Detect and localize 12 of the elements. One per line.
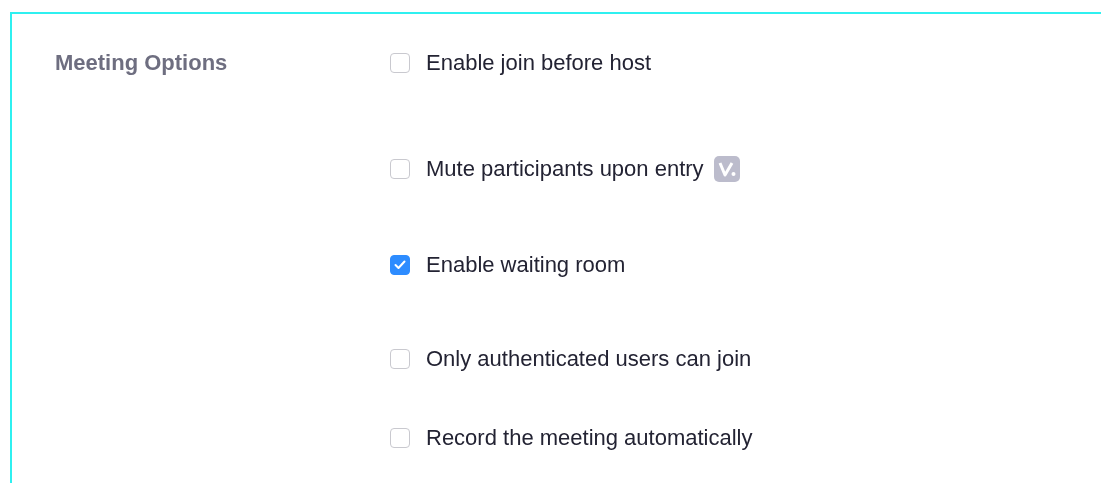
section-title: Meeting Options [55,50,229,77]
option-label: Enable waiting room [426,252,626,278]
option-label: Record the meeting automatically [426,425,753,451]
checkmark-icon [394,260,406,270]
checkbox[interactable] [390,255,410,275]
option-label: Only authenticated users can join [426,346,752,372]
option-label: Mute participants upon entry [426,156,704,182]
option-label: Enable join before host [426,50,652,76]
checkbox[interactable] [390,53,410,73]
checkbox[interactable] [390,159,410,179]
checkbox[interactable] [390,428,410,448]
checkbox[interactable] [390,349,410,369]
